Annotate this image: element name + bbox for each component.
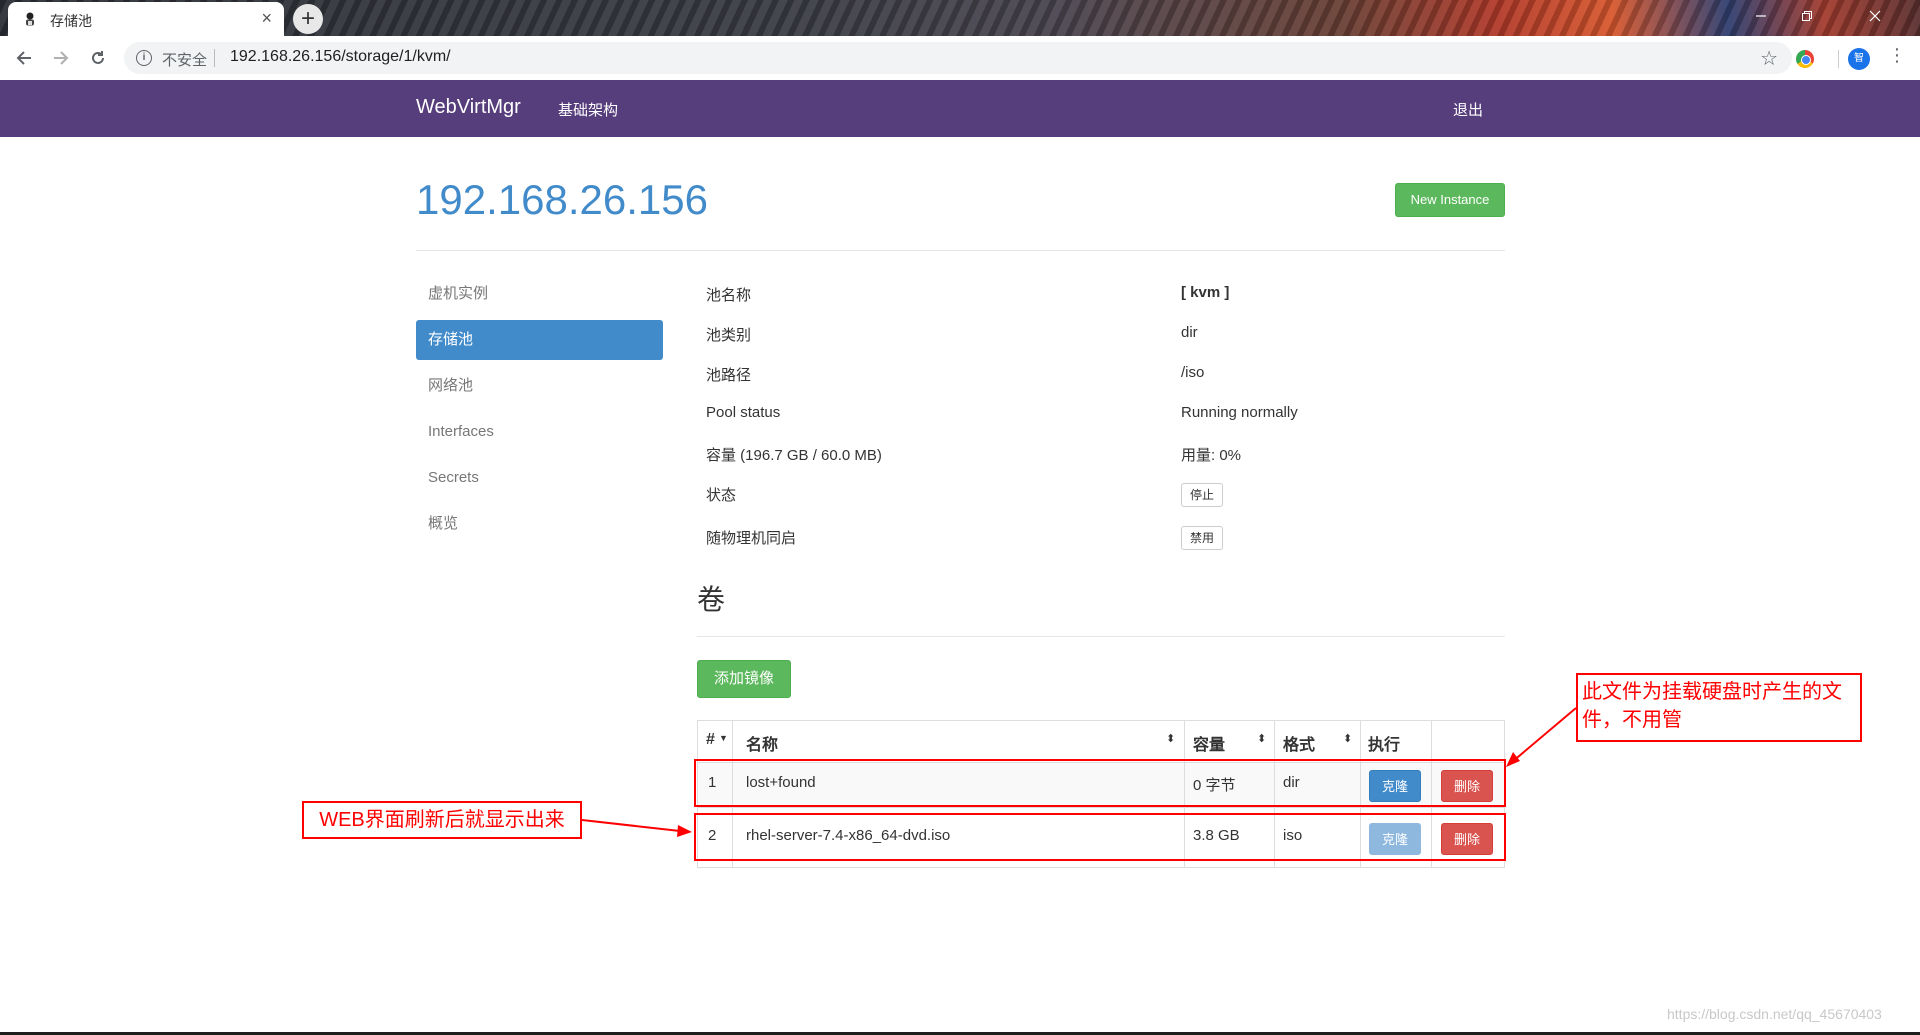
annotation-arrows xyxy=(581,707,1577,837)
arrow-line xyxy=(1511,707,1577,763)
tab-close-icon[interactable]: × xyxy=(261,8,272,28)
tab-title: 存储池 xyxy=(50,13,92,29)
watermark: https://blog.csdn.net/qq_45670403 xyxy=(1667,1006,1882,1022)
arrow-head xyxy=(677,825,692,837)
window-close-icon[interactable] xyxy=(1830,0,1920,32)
restore-icon[interactable] xyxy=(1784,0,1830,32)
favicon-icon xyxy=(22,11,38,27)
new-tab-button[interactable]: + xyxy=(293,4,323,34)
minimize-icon[interactable] xyxy=(1738,0,1784,32)
browser-tab[interactable]: 存储池 × xyxy=(8,2,284,36)
arrow-head xyxy=(1506,752,1520,767)
arrow-line xyxy=(581,819,681,832)
